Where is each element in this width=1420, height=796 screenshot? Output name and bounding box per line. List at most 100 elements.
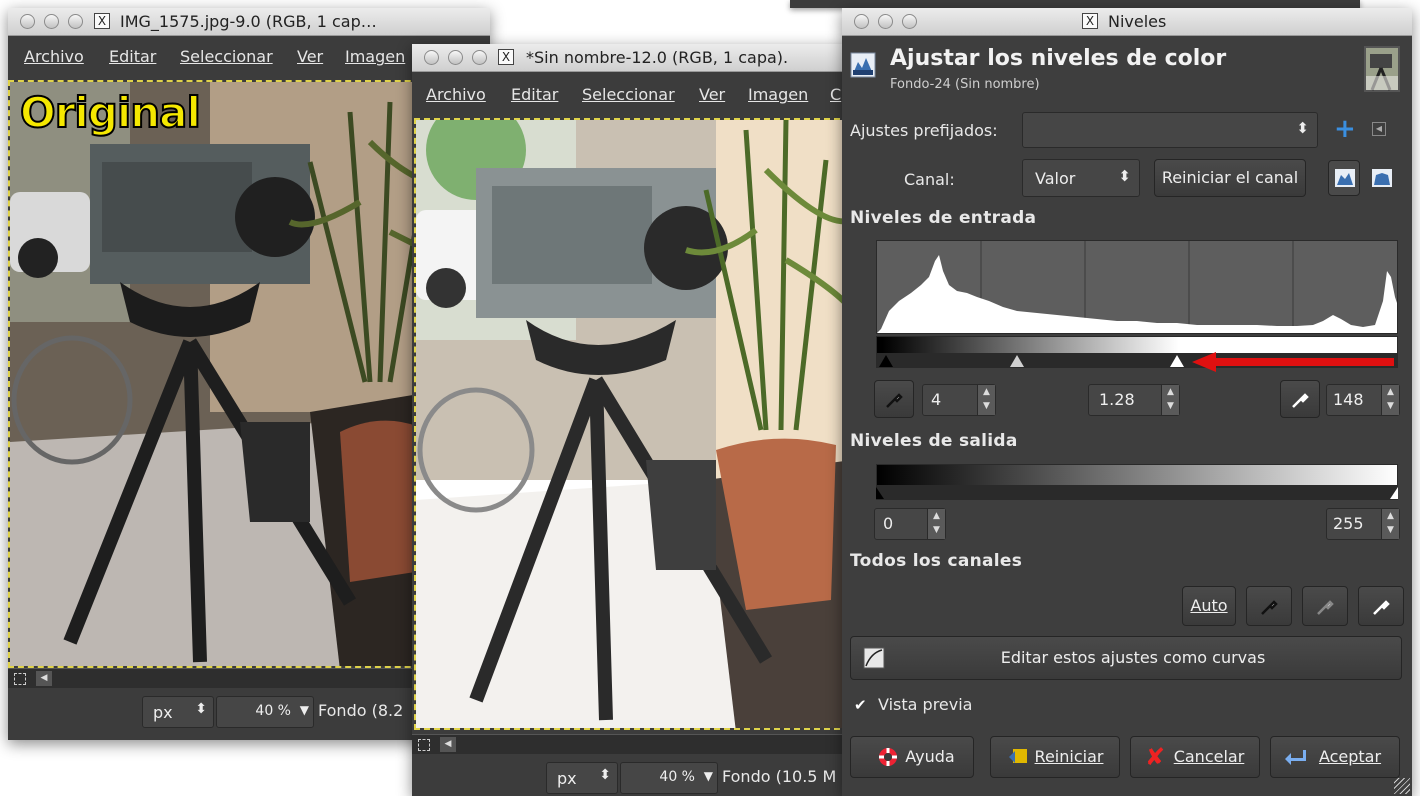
pick-black-button[interactable] [1246,586,1292,626]
output-white-handle[interactable] [1390,487,1398,499]
input-low-spin[interactable]: 4 ▲ ▼ [922,384,996,416]
menu-more[interactable]: C [830,85,841,104]
navigate-icon[interactable] [418,739,430,751]
log-histogram-icon[interactable] [1372,169,1392,187]
presets-label: Ajustes prefijados: [850,121,998,140]
dialog-subheading: Fondo-24 (Sin nombre) [890,77,1040,92]
minimize-window-button[interactable] [44,14,59,29]
unit-selector[interactable]: px ⬍ [142,696,214,728]
background-window-edge [790,0,1360,8]
linear-histogram-button[interactable] [1328,160,1360,196]
black-eyedropper-button[interactable] [874,380,914,418]
window-titlebar[interactable]: X IMG_1575.jpg-9.0 (RGB, 1 cap… [8,8,490,36]
pick-gray-button[interactable] [1302,586,1348,626]
reset-button[interactable]: Reiniciar [990,736,1120,778]
black-point-handle[interactable] [879,355,893,367]
output-slider-track[interactable] [876,486,1398,500]
resize-grip-icon[interactable] [1394,778,1410,794]
preset-menu-icon[interactable]: ◀ [1372,122,1386,136]
white-point-handle[interactable] [1170,355,1184,367]
preview-checkbox[interactable]: ✔ [854,697,870,713]
eyedropper-white-icon [1292,393,1309,408]
menu-editar[interactable]: Editar [109,47,156,66]
levels-dialog: X Niveles Ajustar los niveles de color F… [842,8,1412,796]
auto-button[interactable]: Auto [1182,586,1236,626]
edit-as-curves-button[interactable]: Editar estos ajustes como curvas [850,636,1402,680]
menu-imagen[interactable]: Imagen [345,47,405,66]
eyedropper-gray-icon [1317,600,1334,615]
close-window-button[interactable] [854,14,869,29]
scroll-left-arrow[interactable]: ◀ [440,737,456,752]
dialog-title: Niveles [1108,12,1167,31]
preview-label[interactable]: Vista previa [878,695,972,714]
menu-archivo[interactable]: Archivo [24,47,84,66]
reset-icon [1009,749,1027,763]
x11-icon: X [498,49,514,65]
navigate-icon[interactable] [14,673,26,685]
white-eyedropper-button[interactable] [1280,380,1320,418]
minimize-window-button[interactable] [878,14,893,29]
output-low-spin[interactable]: 0 ▲ ▼ [874,508,946,540]
all-channels-title: Todos los canales [850,551,1023,571]
menu-ver[interactable]: Ver [699,85,725,104]
output-high-spin[interactable]: 255 ▲ ▼ [1326,508,1400,540]
gamma-handle[interactable] [1010,355,1024,367]
statusbar: px ⬍ 40 % ▼ Fondo (10.5 M [412,756,852,796]
menu-seleccionar[interactable]: Seleccionar [180,47,273,66]
close-window-button[interactable] [424,50,439,65]
output-levels-title: Niveles de salida [850,431,1018,451]
output-high-value: 255 [1333,514,1364,533]
input-levels-title: Niveles de entrada [850,208,1037,228]
zoom-selector[interactable]: 40 % ▼ [216,696,314,728]
linear-histogram-icon [1335,169,1355,187]
chevron-down-icon: ▼ [703,769,713,783]
histogram [876,240,1398,334]
add-preset-icon[interactable]: + [1334,114,1356,144]
minimize-window-button[interactable] [448,50,463,65]
menu-seleccionar[interactable]: Seleccionar [582,85,675,104]
zoom-window-button[interactable] [68,14,83,29]
spin-arrows[interactable]: ▲ ▼ [1161,385,1179,415]
help-button[interactable]: Ayuda [850,736,974,778]
levels-icon [850,52,876,78]
edit-as-curves-label: Editar estos ajustes como curvas [1000,648,1266,667]
window-title: IMG_1575.jpg-9.0 (RGB, 1 cap… [120,12,377,31]
input-high-value: 148 [1333,390,1364,409]
spin-arrows[interactable]: ▲ ▼ [1381,509,1399,539]
close-window-button[interactable] [20,14,35,29]
window-titlebar[interactable]: X *Sin nombre-12.0 (RGB, 1 capa). [412,44,852,72]
unit-selector[interactable]: px ⬍ [546,762,618,794]
pick-white-button[interactable] [1358,586,1404,626]
spin-arrows[interactable]: ▲ ▼ [977,385,995,415]
zoom-selector[interactable]: 40 % ▼ [620,762,718,794]
zoom-value: 40 % [659,769,695,785]
spin-arrows[interactable]: ▲ ▼ [927,509,945,539]
chevron-down-icon: ▼ [299,703,309,717]
dialog-titlebar[interactable]: X Niveles [842,8,1412,36]
cancel-x-icon: ✘ [1145,743,1166,771]
photo-adjusted [416,120,848,728]
ok-button[interactable]: Aceptar [1270,736,1400,778]
updown-icon: ⬍ [195,701,207,717]
channel-combo[interactable]: Valor ⬍ [1022,159,1140,197]
zoom-window-button[interactable] [902,14,917,29]
channel-label: Canal: [904,170,955,189]
reset-channel-button[interactable]: Reiniciar el canal [1154,159,1306,197]
input-gamma-spin[interactable]: 1.28 ▲ ▼ [1088,384,1180,416]
menu-editar[interactable]: Editar [511,85,558,104]
menu-imagen[interactable]: Imagen [748,85,808,104]
spin-arrows[interactable]: ▲ ▼ [1381,385,1399,415]
cancel-button[interactable]: ✘ Cancelar [1130,736,1260,778]
output-black-handle[interactable] [876,487,884,499]
menu-ver[interactable]: Ver [297,47,323,66]
menu-archivo[interactable]: Archivo [426,85,486,104]
dialog-heading: Ajustar los niveles de color [890,46,1227,71]
help-lifebuoy-icon [879,748,897,766]
zoom-window-button[interactable] [472,50,487,65]
input-high-spin[interactable]: 148 ▲ ▼ [1326,384,1400,416]
horizontal-scrollbar[interactable]: ◀ [412,734,852,754]
output-gradient-bar[interactable] [876,464,1398,486]
image-canvas[interactable] [414,118,850,730]
scroll-left-arrow[interactable]: ◀ [36,671,52,686]
presets-combo[interactable]: ⬍ [1022,112,1318,148]
